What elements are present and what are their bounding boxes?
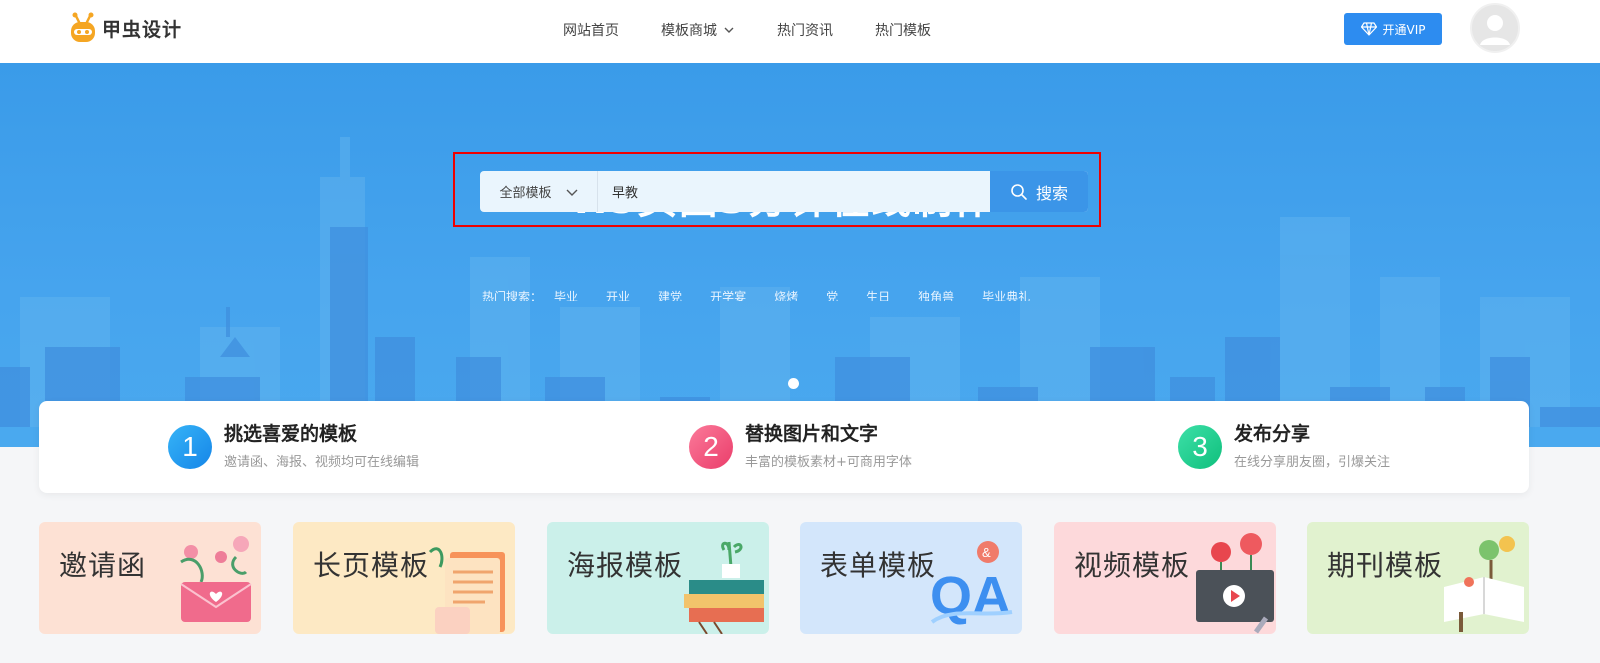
open-vip-button[interactable]: 开通VIP: [1344, 13, 1442, 45]
diamond-icon: [1360, 22, 1377, 36]
step-desc: 丰富的模板素材+可商用字体: [745, 455, 912, 470]
category-magazine[interactable]: 期刊模板: [1307, 522, 1529, 634]
step-title: 发布分享: [1234, 423, 1311, 445]
step-number-badge: 3: [1178, 425, 1222, 469]
user-avatar[interactable]: [1470, 3, 1520, 53]
hot-search-item[interactable]: 毕业典礼: [982, 287, 1030, 301]
search-button[interactable]: 搜索: [990, 171, 1088, 212]
category-form[interactable]: 表单模板 & QA: [800, 522, 1022, 634]
hot-search-item[interactable]: 烧烤: [774, 287, 798, 301]
books-plant-icon: [684, 541, 764, 634]
nav-item-home[interactable]: 网站首页: [563, 20, 619, 40]
envelope-heart-icon: [180, 536, 252, 622]
hot-search-item[interactable]: 生日: [866, 287, 890, 301]
chevron-down-icon: [724, 27, 734, 33]
long-page-document-icon: [428, 547, 505, 634]
svg-text:&: &: [982, 545, 991, 560]
nav-item-template-store[interactable]: 模板商城: [661, 20, 735, 40]
category-poster[interactable]: 海报模板: [547, 522, 769, 634]
step-2: 2 替换图片和文字 丰富的模板素材+可商用字体: [689, 423, 912, 470]
hot-search-item[interactable]: 建党: [658, 287, 682, 301]
nav-label: 网站首页: [563, 23, 619, 39]
step-1: 1 挑选喜爱的模板 邀请函、海报、视频均可在线编辑: [168, 423, 420, 470]
qa-icon: & QA: [930, 541, 1013, 626]
step-desc: 在线分享朋友圈，引爆关注: [1234, 455, 1391, 470]
main-nav: 网站首页 模板商城 热门资讯 热门模板: [563, 20, 973, 40]
search-scope-dropdown[interactable]: 全部模板: [480, 171, 598, 212]
logo-text: 甲虫设计: [102, 18, 183, 41]
scope-label: 全部模板: [499, 186, 552, 201]
steps-card: 1 挑选喜爱的模板 邀请函、海报、视频均可在线编辑 2 替换图片和文字 丰富的模…: [39, 401, 1529, 493]
nav-label: 热门资讯: [777, 23, 833, 39]
nav-label: 模板商城: [661, 23, 717, 39]
category-video[interactable]: 视频模板: [1054, 522, 1276, 634]
hot-search-item[interactable]: 开业: [606, 287, 630, 301]
category-long-page[interactable]: 长页模板: [293, 522, 515, 634]
search-bar: 全部模板 搜索: [480, 171, 1088, 212]
vip-label: 开通VIP: [1382, 22, 1426, 37]
carousel-dot[interactable]: [788, 378, 799, 389]
top-header: 甲虫设计 网站首页 模板商城 热门资讯 热门模板 开通VIP: [0, 0, 1600, 63]
hot-search-item[interactable]: 开学宴: [710, 287, 746, 301]
category-label: 邀请函: [59, 549, 147, 582]
logo[interactable]: 甲虫设计: [68, 12, 182, 44]
chevron-down-icon: [566, 189, 577, 196]
hot-search-item[interactable]: 毕业: [554, 287, 578, 301]
step-title: 挑选喜爱的模板: [224, 423, 358, 445]
hot-search-item[interactable]: 独角兽: [918, 287, 954, 301]
search-button-label: 搜索: [1035, 183, 1068, 203]
user-icon: [1480, 15, 1510, 45]
hero-banner: H5页面3分钟在线制作: [0, 63, 1600, 447]
nav-item-hot-templates[interactable]: 热门模板: [875, 20, 931, 40]
search-input[interactable]: [598, 171, 990, 212]
step-title: 替换图片和文字: [745, 423, 879, 445]
step-3: 3 发布分享 在线分享朋友圈，引爆关注: [1178, 423, 1391, 470]
hot-searches: 热门搜索： 毕业 开业 建党 开学宴 烧烤 党 生日 独角兽 毕业典礼: [482, 287, 1058, 301]
search-icon: [1011, 183, 1027, 200]
category-invitation[interactable]: 邀请函: [39, 522, 261, 634]
hot-search-item[interactable]: 党: [826, 287, 838, 301]
step-number-badge: 2: [689, 425, 733, 469]
nav-label: 热门模板: [875, 23, 931, 39]
beetle-logo-icon: [71, 12, 95, 42]
hot-search-label: 热门搜索：: [482, 290, 543, 301]
step-number-badge: 1: [168, 425, 212, 469]
video-player-icon: [1196, 533, 1274, 634]
nav-item-hot-news[interactable]: 热门资讯: [777, 20, 833, 40]
step-desc: 邀请函、海报、视频均可在线编辑: [224, 455, 420, 470]
open-book-icon: [1444, 536, 1524, 632]
